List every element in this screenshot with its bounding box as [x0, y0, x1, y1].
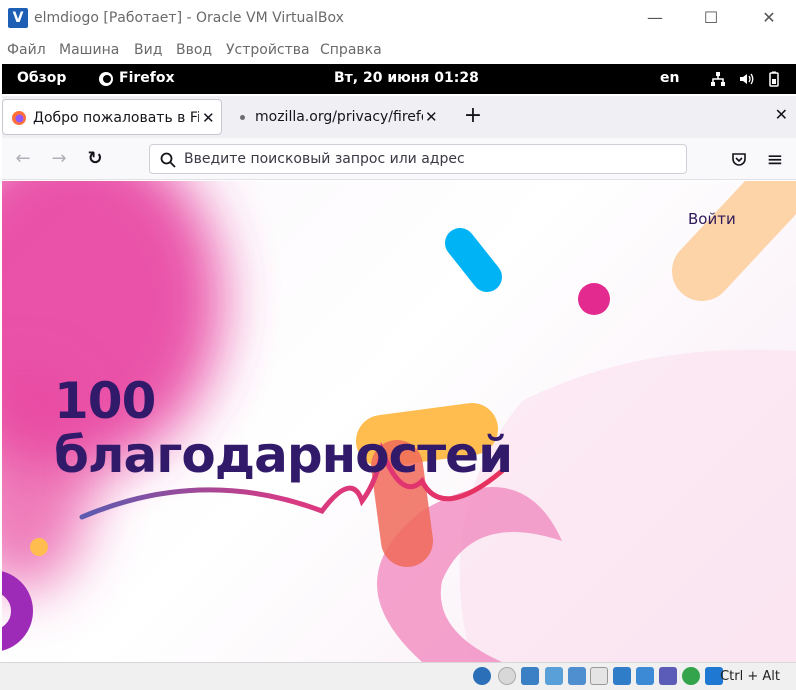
firefox-favicon-icon	[12, 111, 26, 125]
url-bar[interactable]	[149, 144, 687, 174]
tab-label: Добро пожаловать в Firefox	[33, 110, 199, 126]
display-icon[interactable]	[613, 667, 631, 685]
menu-machine[interactable]: Машина	[59, 42, 119, 58]
forward-button[interactable]: →	[47, 147, 71, 171]
virtualization-icon[interactable]	[659, 667, 677, 685]
active-app-label[interactable]: Firefox	[119, 70, 175, 86]
tab-close-button[interactable]: ✕	[202, 109, 215, 127]
reload-button[interactable]: ↻	[83, 147, 107, 171]
tab-label: mozilla.org/privacy/firefox	[255, 109, 423, 125]
blue-pill-shape	[445, 228, 502, 292]
peach-pill-shape	[672, 181, 796, 301]
tab-strip: Добро пожаловать в Firefox ✕ mozilla.org…	[2, 96, 796, 138]
virtualbox-app-icon: V	[8, 8, 28, 28]
orange-dot-shape	[30, 538, 48, 556]
nav-bar: ← → ↻ ≡	[2, 138, 796, 180]
guest-additions-icon[interactable]	[682, 667, 700, 685]
firefox-icon	[99, 72, 113, 86]
audio-icon[interactable]	[521, 667, 539, 685]
shared-folders-icon[interactable]	[590, 667, 608, 685]
headline-number: 100	[54, 372, 156, 430]
clock[interactable]: Вт, 20 июня 01:28	[334, 70, 479, 86]
menu-devices[interactable]: Устройства	[226, 42, 310, 58]
hard-disk-icon[interactable]	[473, 667, 491, 685]
vbox-menubar: Файл Машина Вид Ввод Устройства Справка	[0, 36, 796, 64]
volume-icon[interactable]	[738, 71, 754, 87]
close-window-icon[interactable]: ✕	[775, 105, 788, 124]
close-button[interactable]: ✕	[746, 4, 792, 32]
page-headline: 100 благодарностей	[54, 372, 513, 484]
menu-help[interactable]: Справка	[320, 42, 382, 58]
loading-dot-icon	[240, 115, 245, 120]
network-adapter-icon[interactable]	[545, 667, 563, 685]
menu-file[interactable]: Файл	[7, 42, 46, 58]
minimize-button[interactable]: —	[632, 4, 678, 32]
search-icon	[160, 152, 176, 168]
menu-input[interactable]: Ввод	[176, 42, 212, 58]
window-title: elmdiogo [Работает] - Oracle VM VirtualB…	[34, 10, 344, 26]
network-icon[interactable]	[710, 71, 726, 87]
back-button[interactable]: ←	[11, 147, 35, 171]
vbox-titlebar: V elmdiogo [Работает] - Oracle VM Virtua…	[0, 0, 796, 36]
keyboard-layout[interactable]: en	[660, 70, 679, 86]
new-tab-button[interactable]: +	[460, 102, 486, 130]
tab-privacy[interactable]: mozilla.org/privacy/firefox ✕	[224, 99, 444, 135]
recording-icon[interactable]	[636, 667, 654, 685]
pocket-icon[interactable]	[731, 151, 747, 167]
host-key-label: Ctrl + Alt	[720, 669, 780, 684]
vbox-statusbar: Ctrl + Alt	[0, 662, 796, 690]
activities-button[interactable]: Обзор	[17, 70, 66, 86]
menu-view[interactable]: Вид	[134, 42, 162, 58]
tab-close-button[interactable]: ✕	[425, 108, 438, 126]
battery-icon[interactable]	[766, 71, 782, 87]
usb-icon[interactable]	[568, 667, 586, 685]
magenta-dot-shape	[578, 283, 610, 315]
optical-drive-icon[interactable]	[498, 667, 516, 685]
signin-link[interactable]: Войти	[688, 210, 736, 228]
app-menu-button[interactable]: ≡	[763, 147, 787, 171]
purple-ring-shape	[2, 571, 33, 651]
headline-word: благодарностей	[54, 426, 513, 484]
gnome-top-bar: Обзор Firefox Вт, 20 июня 01:28 en	[2, 64, 796, 94]
address-input[interactable]	[184, 149, 674, 169]
tab-welcome[interactable]: Добро пожаловать в Firefox ✕	[2, 99, 222, 135]
maximize-button[interactable]: ☐	[688, 4, 734, 32]
web-page-content: Войти 100 благодарностей	[2, 181, 796, 662]
